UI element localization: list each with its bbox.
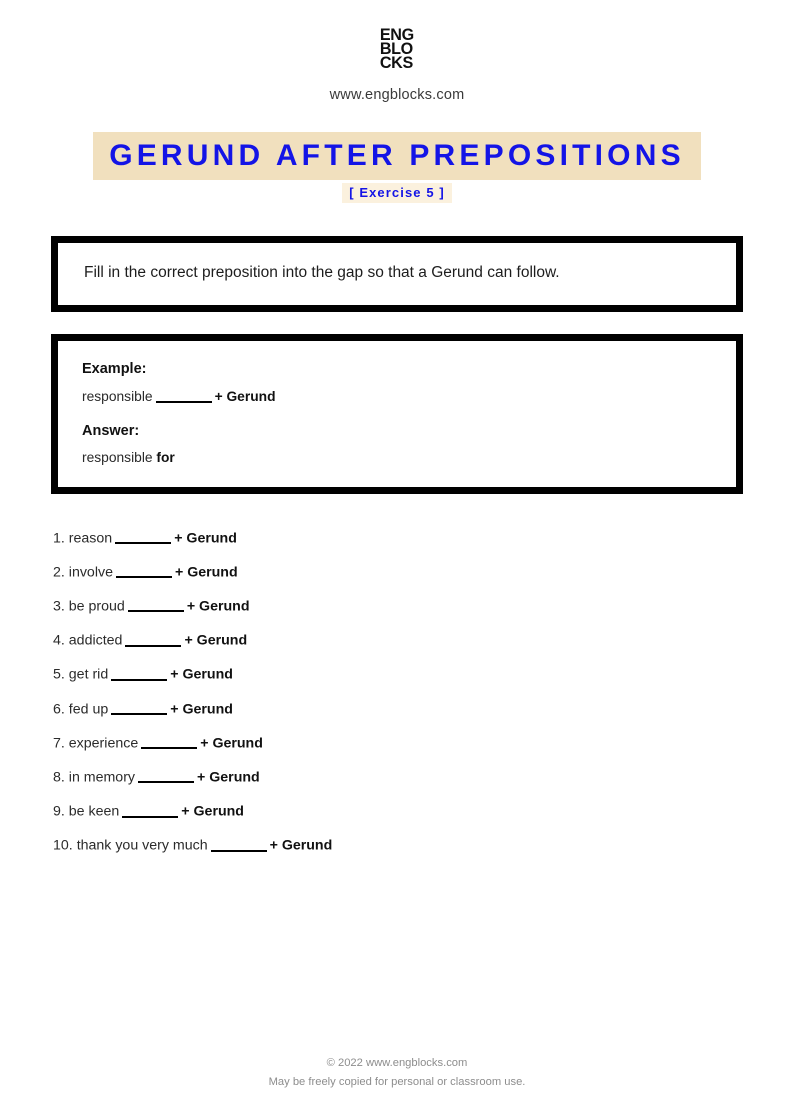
exercise-item-8: 8. in memory + Gerund (53, 768, 794, 785)
answer-label: Answer: (82, 422, 140, 439)
engblocks-logo: ENG BLO CKS (380, 26, 414, 72)
answer-line: responsible for (82, 450, 712, 465)
exercise-blank-9[interactable] (122, 802, 179, 818)
exercise-prompt-3: be proud (68, 598, 125, 615)
example-blank[interactable] (155, 388, 212, 403)
exercise-suffix-2: + Gerund (174, 564, 238, 581)
exercise-suffix-6: + Gerund (170, 701, 233, 718)
exercise-prompt-9: be keen (68, 803, 120, 820)
page-header: ENG BLO CKS www.engblocks.com (0, 0, 794, 103)
title-container: GERUND AFTER PREPOSITIONS (0, 131, 794, 181)
page-title: GERUND AFTER PREPOSITIONS (93, 131, 701, 181)
logo-line-3: CKS (380, 52, 414, 72)
exercise-suffix-1: + Gerund (174, 530, 237, 547)
exercise-blank-10[interactable] (210, 836, 267, 852)
exercise-item-4: 4. addicted + Gerund (53, 631, 794, 648)
page-footer: © 2022 www.engblocks.com May be freely c… (0, 1054, 794, 1093)
exercise-blank-4[interactable] (125, 631, 182, 647)
example-prompt-prefix: responsible (82, 388, 153, 404)
exercise-item-7: 7. experience + Gerund (53, 734, 794, 751)
instruction-text: Fill in the correct preposition into the… (84, 264, 560, 282)
exercise-item-5: 5. get rid + Gerund (53, 665, 794, 682)
footer-copyright: © 2022 www.engblocks.com (326, 1056, 468, 1069)
exercise-item-10: 10. thank you very much + Gerund (53, 836, 794, 853)
exercise-blank-7[interactable] (141, 734, 198, 750)
exercise-prompt-7: experience (68, 735, 139, 752)
exercise-number-8: 8. (53, 769, 65, 786)
subtitle-container: [ Exercise 5 ] (0, 183, 794, 204)
exercise-suffix-7: + Gerund (200, 735, 263, 752)
exercise-prompt-8: in memory (68, 769, 136, 786)
exercise-number-2: 2. (53, 564, 65, 581)
answer-prefix: responsible (82, 449, 153, 465)
exercise-item-1: 1. reason + Gerund (53, 529, 794, 546)
exercise-blank-1[interactable] (115, 529, 172, 545)
example-prompt-suffix: + Gerund (214, 388, 276, 404)
exercise-prompt-2: involve (68, 564, 113, 581)
exercise-item-6: 6. fed up + Gerund (53, 700, 794, 717)
exercise-suffix-5: + Gerund (170, 666, 233, 683)
exercise-number-6: 6. (53, 701, 65, 718)
answer-word: for (156, 449, 175, 465)
exercise-blank-8[interactable] (138, 768, 195, 784)
instruction-box: Fill in the correct preposition into the… (51, 236, 743, 312)
exercise-blank-6[interactable] (111, 700, 168, 716)
exercise-suffix-9: + Gerund (181, 803, 244, 820)
exercise-suffix-4: + Gerund (184, 632, 248, 649)
example-box: Example: responsible + Gerund Answer: res… (51, 333, 743, 494)
exercise-blank-2[interactable] (115, 563, 172, 579)
exercise-number-10: 10. (53, 837, 73, 854)
exercise-prompt-5: get rid (68, 666, 109, 683)
exercise-prompt-10: thank you very much (76, 837, 208, 854)
exercise-suffix-8: + Gerund (197, 769, 260, 786)
site-url: www.engblocks.com (329, 86, 465, 103)
exercise-subtitle: [ Exercise 5 ] (342, 183, 452, 204)
exercise-blank-5[interactable] (111, 665, 168, 681)
exercise-list: 1. reason + Gerund 2. involve + Gerund 3. … (0, 529, 794, 853)
exercise-prompt-4: addicted (68, 632, 123, 649)
exercise-suffix-3: + Gerund (186, 598, 250, 615)
example-label: Example: (82, 360, 147, 377)
exercise-number-5: 5. (53, 666, 65, 683)
exercise-item-2: 2. involve + Gerund (53, 563, 794, 580)
exercise-item-9: 9. be keen + Gerund (53, 802, 794, 819)
exercise-suffix-10: + Gerund (269, 837, 333, 854)
exercise-blank-3[interactable] (127, 597, 184, 613)
exercise-number-7: 7. (53, 735, 65, 752)
worksheet-page: ENG BLO CKS www.engblocks.com GERUND AFT… (0, 0, 794, 1120)
example-content: Example: responsible + Gerund Answer: res… (58, 341, 736, 487)
exercise-item-3: 3. be proud + Gerund (53, 597, 794, 614)
exercise-number-4: 4. (53, 632, 65, 649)
exercise-prompt-6: fed up (68, 701, 109, 718)
exercise-prompt-1: reason (68, 530, 113, 547)
exercise-number-9: 9. (53, 803, 65, 820)
footer-notice: May be freely copied for personal or cla… (268, 1076, 526, 1089)
exercise-number-1: 1. (53, 530, 65, 547)
exercise-number-3: 3. (53, 598, 65, 615)
example-prompt-line: responsible + Gerund (82, 388, 712, 404)
